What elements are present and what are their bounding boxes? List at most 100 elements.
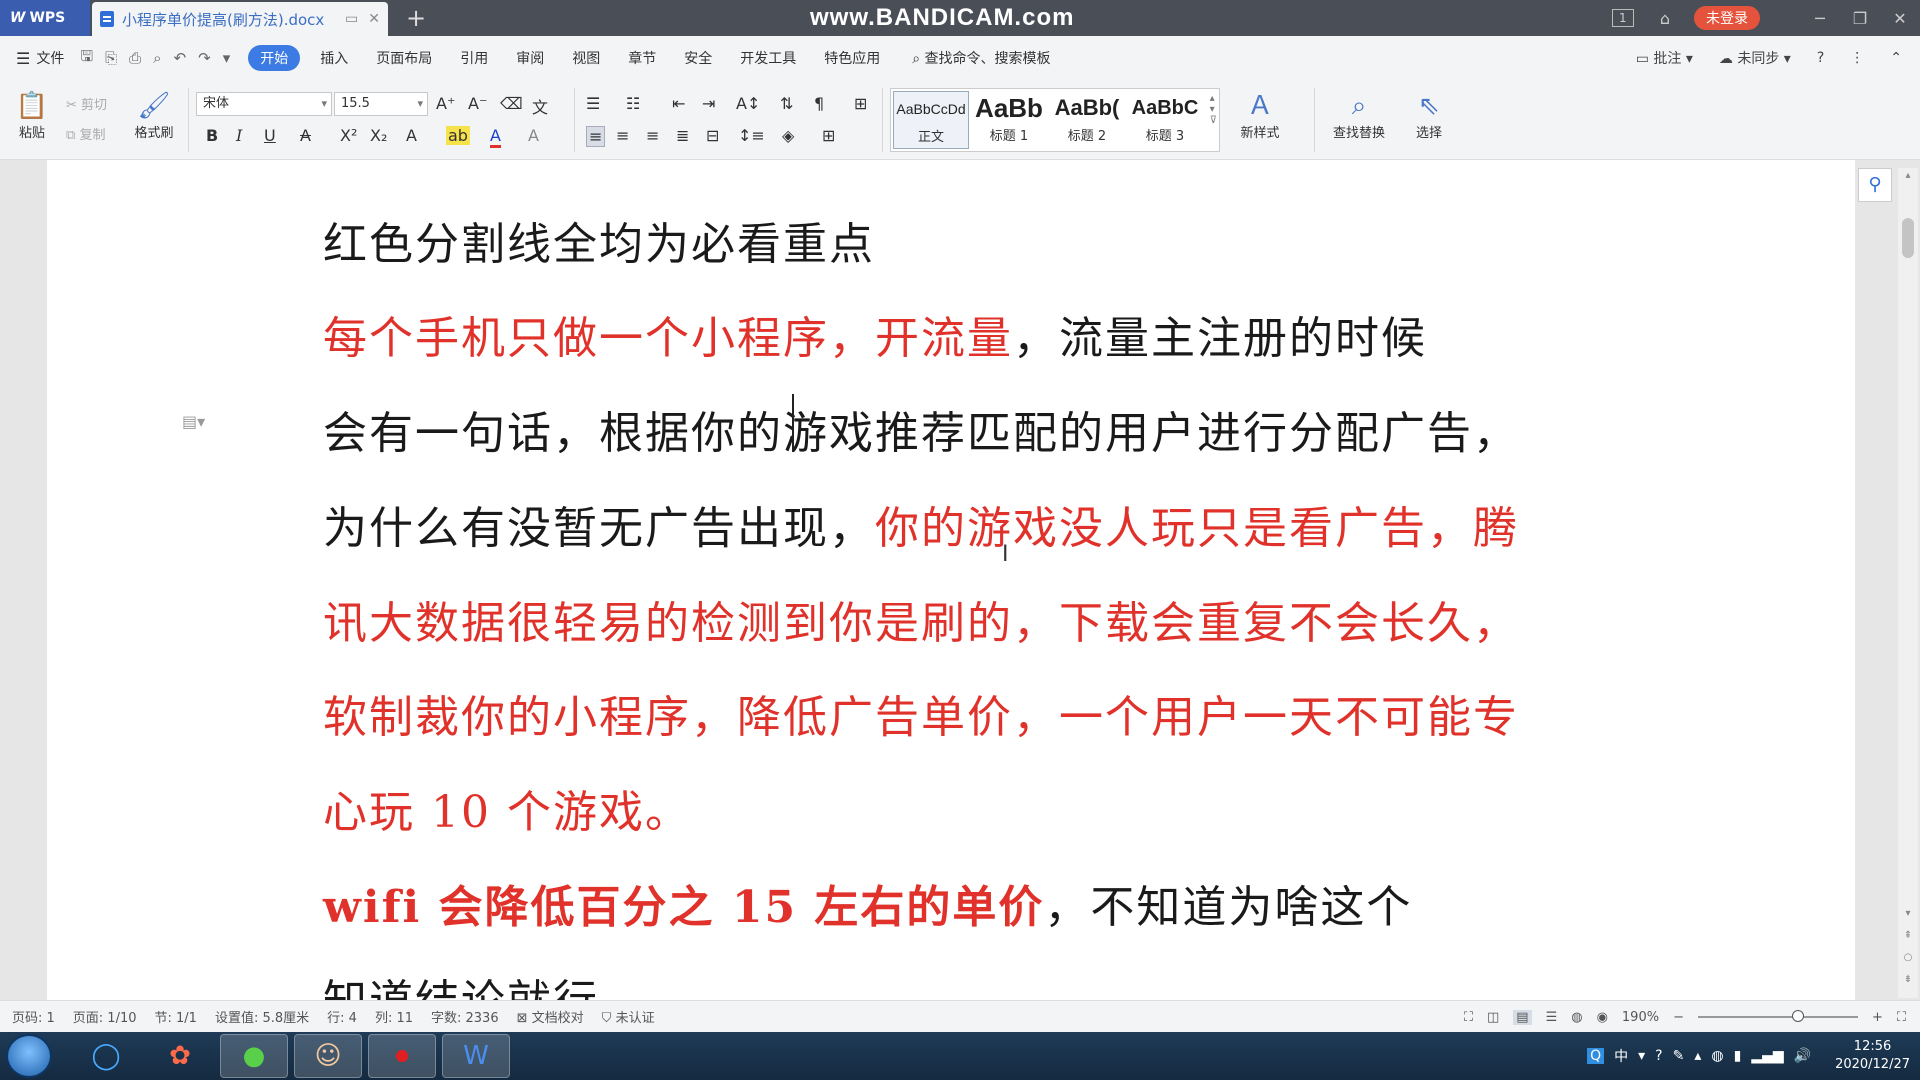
taskbar-cloud-app-icon[interactable]: ✿: [146, 1034, 214, 1078]
zoom-out-icon[interactable]: −: [1673, 1010, 1684, 1025]
ime-options-icon[interactable]: ▾: [1638, 1048, 1645, 1064]
tab-special-apps[interactable]: 特色应用: [824, 48, 880, 68]
scroll-down-icon[interactable]: ▾: [1898, 908, 1918, 919]
read-mode-icon[interactable]: ◫: [1487, 1010, 1499, 1025]
taskbar-wps-icon[interactable]: W: [442, 1034, 510, 1078]
style-normal[interactable]: AaBbCcDd 正文: [893, 91, 969, 149]
zoom-in-icon[interactable]: +: [1872, 1010, 1883, 1025]
skin-icon[interactable]: ⌂: [1660, 9, 1670, 28]
paste-button[interactable]: 📋 粘贴: [10, 90, 54, 141]
comment-button[interactable]: ▭ 批注 ▾: [1636, 48, 1693, 68]
scroll-up-icon[interactable]: ▴: [1898, 170, 1918, 181]
undo-icon[interactable]: ↶: [174, 49, 187, 67]
ime-indicator[interactable]: 中: [1614, 1046, 1628, 1066]
system-clock[interactable]: 12:56 2020/12/27: [1835, 1038, 1910, 1074]
signal-icon[interactable]: ▂▄▆: [1751, 1048, 1783, 1064]
outline-view-icon[interactable]: ☰: [1546, 1010, 1558, 1025]
style-heading-2[interactable]: AaBb( 标题 2: [1049, 91, 1125, 149]
document-page[interactable]: 红色分割线全均为必看重点 每个手机只做一个小程序，开流量，流量主注册的时候 会有…: [47, 160, 1855, 1000]
bullet-list-icon[interactable]: ☰: [586, 94, 600, 113]
status-page-code[interactable]: 页码: 1: [12, 1007, 55, 1026]
print-preview-icon[interactable]: ⌕: [153, 49, 161, 67]
tab-view[interactable]: 视图: [572, 48, 600, 68]
ime-help-icon[interactable]: ?: [1655, 1048, 1662, 1064]
shrink-font-icon[interactable]: A⁻: [468, 94, 487, 113]
tab-review[interactable]: 审阅: [516, 48, 544, 68]
bold-icon[interactable]: B: [206, 126, 218, 145]
tab-page-layout[interactable]: 页面布局: [376, 48, 432, 68]
format-painter-button[interactable]: 🖌 格式刷: [130, 90, 178, 141]
new-style-button[interactable]: Ａ 新样式: [1230, 90, 1290, 141]
font-color-icon[interactable]: A: [490, 126, 501, 148]
show-marks-icon[interactable]: ¶: [814, 94, 824, 113]
grow-font-icon[interactable]: A⁺: [436, 94, 455, 113]
find-replace-button[interactable]: ⌕ 查找替换: [1324, 90, 1394, 141]
close-tab-icon[interactable]: ✕: [368, 11, 380, 27]
restore-icon[interactable]: ❐: [1840, 9, 1880, 28]
close-window-icon[interactable]: ✕: [1880, 9, 1920, 28]
print-icon[interactable]: ⎙: [129, 49, 141, 67]
proofread-button[interactable]: ⊠ 文档校对: [517, 1007, 584, 1026]
align-left-icon[interactable]: ≡: [586, 126, 606, 147]
window-count-badge[interactable]: 1: [1611, 9, 1634, 27]
command-search[interactable]: ⌕ 查找命令、搜索模板: [912, 48, 1050, 68]
cut-button[interactable]: ✂ 剪切: [66, 94, 107, 113]
taskbar-wechat-icon[interactable]: ●: [220, 1034, 288, 1078]
location-pin-icon[interactable]: ⚲: [1858, 168, 1892, 202]
start-button[interactable]: [6, 1034, 52, 1078]
next-page-icon[interactable]: ⇟: [1898, 974, 1918, 985]
tray-expand-icon[interactable]: ▴: [1694, 1048, 1701, 1064]
new-tab-button[interactable]: +: [406, 4, 426, 32]
qq-tray-icon[interactable]: Q: [1587, 1048, 1605, 1064]
subscript-icon[interactable]: X₂: [370, 126, 387, 145]
eye-protect-icon[interactable]: ◉: [1597, 1010, 1608, 1025]
prev-page-icon[interactable]: ⇞: [1898, 930, 1918, 941]
customize-quick-access-icon[interactable]: ▾: [223, 49, 231, 67]
fullscreen-icon[interactable]: ⛶: [1464, 1010, 1473, 1025]
strikethrough-icon[interactable]: A: [300, 126, 311, 145]
copy-button[interactable]: ⧉ 复制: [66, 124, 105, 143]
tab-insert[interactable]: 插入: [320, 48, 348, 68]
status-word-count[interactable]: 字数: 2336: [431, 1007, 499, 1026]
font-name-select[interactable]: 宋体: [196, 92, 332, 116]
style-heading-3[interactable]: AaBbC 标题 3: [1127, 91, 1203, 149]
distributed-icon[interactable]: ⊟: [706, 126, 719, 145]
tab-section[interactable]: 章节: [628, 48, 656, 68]
justify-icon[interactable]: ≣: [676, 126, 689, 145]
fit-window-icon[interactable]: ⛶: [1897, 1010, 1906, 1025]
tab-window-icon[interactable]: ▭: [345, 11, 358, 27]
taskbar-browser-icon[interactable]: ◯: [72, 1034, 140, 1078]
tab-home[interactable]: 开始: [248, 45, 301, 71]
align-center-icon[interactable]: ≡: [616, 126, 629, 145]
sync-button[interactable]: ☁ 未同步 ▾: [1719, 48, 1791, 68]
taskbar-photo-app-icon[interactable]: ☺: [294, 1034, 362, 1078]
device-icon[interactable]: ▮: [1734, 1048, 1742, 1064]
network-app-icon[interactable]: ◍: [1711, 1048, 1723, 1064]
zoom-slider[interactable]: [1697, 1010, 1858, 1022]
font-size-select[interactable]: 15.5: [334, 92, 428, 116]
char-shading-icon[interactable]: A: [528, 126, 539, 145]
zoom-level[interactable]: 190%: [1622, 1010, 1659, 1025]
zoom-slider-knob[interactable]: [1791, 1010, 1804, 1022]
borders-icon[interactable]: ⊞: [822, 126, 835, 145]
paragraph-options-icon[interactable]: ▤▾: [182, 412, 205, 431]
vertical-scrollbar[interactable]: ▴ ▾ ⇞ ○ ⇟: [1898, 168, 1918, 998]
wps-home-tab[interactable]: W WPS: [0, 0, 90, 36]
volume-icon[interactable]: 🔊: [1794, 1048, 1811, 1064]
tab-security[interactable]: 安全: [684, 48, 712, 68]
redo-icon[interactable]: ↷: [198, 49, 211, 67]
more-options-icon[interactable]: ⋮: [1850, 50, 1864, 66]
select-button[interactable]: ⇖ 选择: [1404, 90, 1454, 141]
status-page[interactable]: 页面: 1/10: [73, 1007, 137, 1026]
collapse-ribbon-icon[interactable]: ⌃: [1890, 50, 1902, 66]
shading-icon[interactable]: ◈: [782, 126, 794, 145]
phonetic-guide-icon[interactable]: 文: [532, 94, 548, 118]
increase-indent-icon[interactable]: ⇥: [702, 94, 715, 113]
table-tools-icon[interactable]: ⊞: [854, 94, 867, 113]
highlight-icon[interactable]: ab: [446, 126, 470, 145]
output-icon[interactable]: ⎘: [105, 49, 117, 67]
scroll-thumb[interactable]: [1902, 218, 1914, 258]
minimize-icon[interactable]: ─: [1800, 9, 1840, 28]
file-menu[interactable]: ☰ 文件: [16, 48, 64, 68]
italic-icon[interactable]: I: [236, 126, 242, 145]
